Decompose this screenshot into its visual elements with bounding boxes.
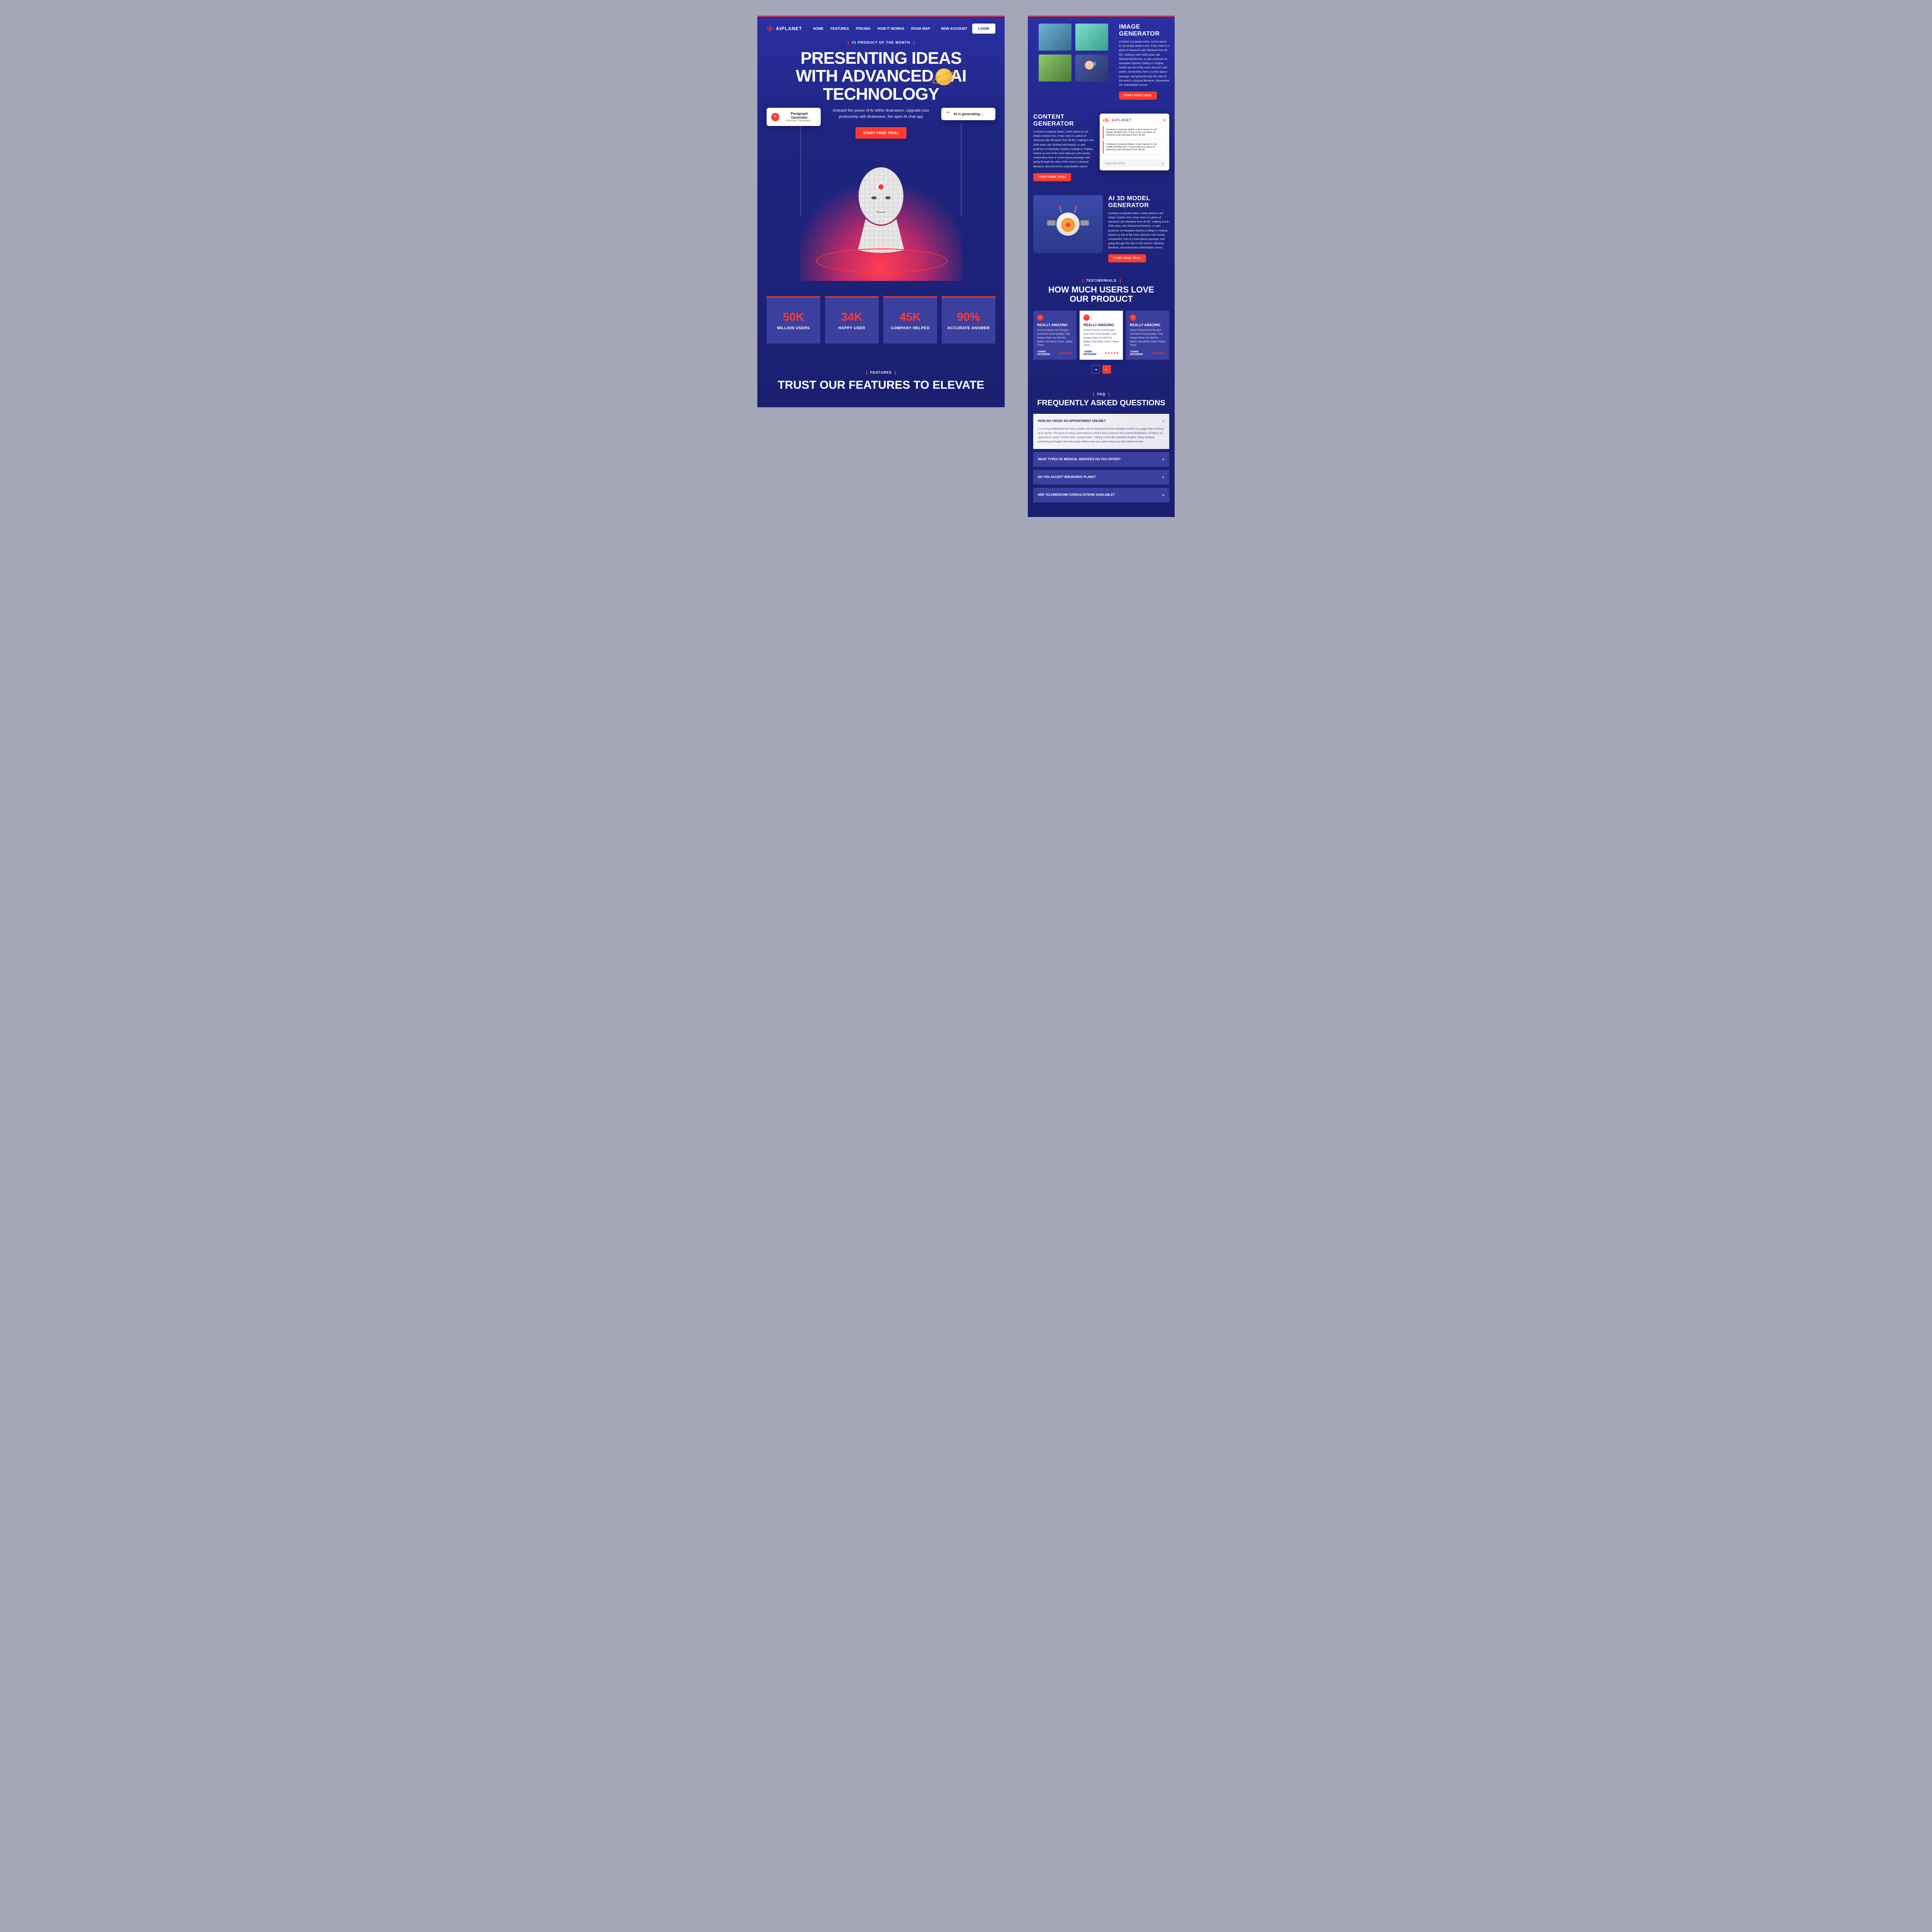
wireframe-head — [846, 161, 916, 254]
quote-icon: " — [1130, 315, 1136, 321]
send-icon[interactable]: ➤ — [1162, 162, 1164, 165]
nav-right: NEW ACCOUNT LOGIN — [941, 24, 995, 34]
logo-icon — [767, 25, 774, 32]
landing-page-right: IMAGE GENERATOR Contrary to popular beli… — [1028, 15, 1175, 517]
stars-icon: ★★★★★ — [1059, 352, 1073, 355]
image-gen-desc: Contrary to popular belief, Lorem Ipsum … — [1119, 40, 1169, 87]
features-headline: TRUST OUR FEATURES TO ELEVATE — [767, 379, 995, 392]
faq-section: FAQ FREQUENTLY ASKED QUESTIONS HOW DO I … — [1028, 383, 1175, 517]
close-icon[interactable]: ✕ — [1163, 118, 1166, 123]
chat-message: Contrary to popular belief, Lorem Ipsum … — [1103, 141, 1166, 153]
top-nav: AIPLANET HOME FEATURES PRICING HOW IT WO… — [757, 17, 1005, 41]
stars-icon: ★★★★★ — [1105, 352, 1119, 355]
hero-subtitle: Unleash the power of AI within Brainwave… — [831, 108, 931, 120]
faq-item[interactable]: ARE TELEMEDICINE CONSULTATIONS AVAILABLE… — [1033, 488, 1169, 502]
faq-headline: FREQUENTLY ASKED QUESTIONS — [1033, 399, 1169, 408]
stat-accuracy: 90%ACCURATE ANSWER — [942, 296, 995, 344]
3d-model-preview — [1033, 195, 1103, 253]
faq-item[interactable]: DO YOU ACCEPT INSURANCE PLANS?+ — [1033, 470, 1169, 485]
plus-icon: + — [1162, 474, 1165, 480]
next-button[interactable]: ▸ — [1102, 365, 1111, 374]
start-trial-button[interactable]: START FREE TRIAL — [1033, 173, 1071, 181]
nav-features[interactable]: FEATURES — [830, 27, 849, 31]
stat-happy: 34KHAPPY USER — [825, 296, 879, 344]
nav-roadmap[interactable]: ROAD MAP — [911, 27, 930, 31]
sample-image — [1075, 24, 1108, 51]
planet-icon — [935, 68, 952, 85]
start-trial-button[interactable]: START FREE TRIAL — [855, 127, 907, 139]
image-grid — [1033, 24, 1114, 87]
quote-icon: " — [1083, 315, 1090, 321]
landing-page-left: AIPLANET HOME FEATURES PRICING HOW IT WO… — [757, 15, 1005, 407]
nav-how[interactable]: HOW IT WORKS — [878, 27, 905, 31]
prev-button[interactable]: ◂ — [1092, 365, 1100, 374]
sample-image — [1075, 54, 1108, 82]
document-icon: ✎ — [771, 113, 779, 121]
content-gen-title: CONTENT GENERATOR — [1033, 114, 1094, 128]
image-generator-section: IMAGE GENERATOR Contrary to popular beli… — [1028, 17, 1175, 107]
testi-card[interactable]: " REALLY AMAZINGGreat Products And Desig… — [1033, 311, 1077, 360]
stat-company: 45KCOMPANY HELPED — [883, 296, 937, 344]
robot-icon — [1049, 205, 1087, 243]
stat-users: 50KMILLION USERS — [767, 296, 820, 344]
stats-row: 50KMILLION USERS 34KHAPPY USER 45KCOMPAN… — [757, 281, 1005, 359]
chat-widget: AIPLANET ✕ Contrary to popular belief, L… — [1100, 114, 1169, 170]
chat-message: Contrary to popular belief, Lorem Ipsum … — [1103, 126, 1166, 139]
faq-item[interactable]: HOW DO I BOOK AN APPOINTMENT ONLINE?− t … — [1033, 414, 1169, 449]
testi-card[interactable]: " REALLY AMAZINGGreat Products And Desig… — [1080, 311, 1123, 360]
features-section: FEATURES TRUST OUR FEATURES TO ELEVATE — [757, 359, 1005, 407]
chat-input[interactable]: SEND MESSAGE➤ — [1103, 160, 1166, 167]
chat-logo: AIPLANET — [1103, 117, 1132, 124]
logo-icon — [1103, 117, 1110, 124]
testi-headline: HOW MUCH USERS LOVEOUR PRODUCT — [1033, 285, 1169, 304]
hero-stage — [800, 157, 962, 281]
ai-generating-card: Ai is generating… — [941, 108, 995, 120]
nav-home[interactable]: HOME — [813, 27, 823, 31]
start-trial-button[interactable]: START FREE TRIAL — [1119, 92, 1157, 100]
plus-icon: + — [1162, 457, 1165, 462]
minus-icon: − — [1162, 418, 1165, 424]
login-button[interactable]: LOGIN — [972, 24, 996, 34]
image-gen-title: IMAGE GENERATOR — [1119, 24, 1169, 37]
testi-pager: ◂ ▸ — [1033, 365, 1169, 374]
faq-tag: FAQ — [1033, 392, 1169, 396]
model-gen-title: AI 3D MODEL GENERATOR — [1108, 195, 1169, 209]
spinner-icon — [946, 112, 951, 116]
forehead-dot-icon — [878, 184, 884, 190]
3d-model-section: AI 3D MODEL GENERATOR Contrary to popula… — [1028, 188, 1175, 270]
hero-headline: PRESENTING IDEAS WITH ADVANCED AI TECHNO… — [767, 49, 995, 104]
content-generator-section: AIPLANET ✕ Contrary to popular belief, L… — [1028, 107, 1175, 188]
sample-image — [1039, 54, 1071, 82]
hero-tag: #1 PRODUCT OF THE MONTH — [767, 41, 995, 45]
start-trial-button[interactable]: START FREE TRIAL — [1108, 254, 1146, 262]
content-gen-desc: Contrary to popular belief, Lorem Ipsum … — [1033, 130, 1094, 169]
nav-pricing[interactable]: PRICING — [856, 27, 871, 31]
hero: #1 PRODUCT OF THE MONTH PRESENTING IDEAS… — [757, 41, 1005, 281]
hero-row: ✎ Paragraph Generator Generate Paragraph… — [767, 108, 995, 146]
testi-cards: " REALLY AMAZINGGreat Products And Desig… — [1033, 311, 1169, 360]
logo[interactable]: AIPLANET — [767, 25, 802, 32]
quote-icon: " — [1037, 315, 1043, 321]
model-gen-desc: Contrary to popular belief, Lorem Ipsum … — [1108, 211, 1169, 250]
testi-tag: TESTIMONIALS — [1033, 279, 1169, 283]
faq-item[interactable]: WHAT TYPES OF MEDICAL SERVICES DO YOU OF… — [1033, 452, 1169, 467]
testi-card[interactable]: " REALLY AMAZINGGreat Products And Desig… — [1126, 311, 1169, 360]
nav-new-account[interactable]: NEW ACCOUNT — [941, 27, 967, 31]
stars-icon: ★★★★★ — [1151, 352, 1165, 355]
plus-icon: + — [1162, 492, 1165, 498]
features-tag: FEATURES — [767, 371, 995, 375]
testimonials-section: TESTIMONIALS HOW MUCH USERS LOVEOUR PROD… — [1028, 269, 1175, 383]
sample-image — [1039, 24, 1071, 51]
paragraph-generator-card[interactable]: ✎ Paragraph Generator Generate Paragraph… — [767, 108, 821, 126]
nav-links: HOME FEATURES PRICING HOW IT WORKS ROAD … — [813, 27, 930, 31]
